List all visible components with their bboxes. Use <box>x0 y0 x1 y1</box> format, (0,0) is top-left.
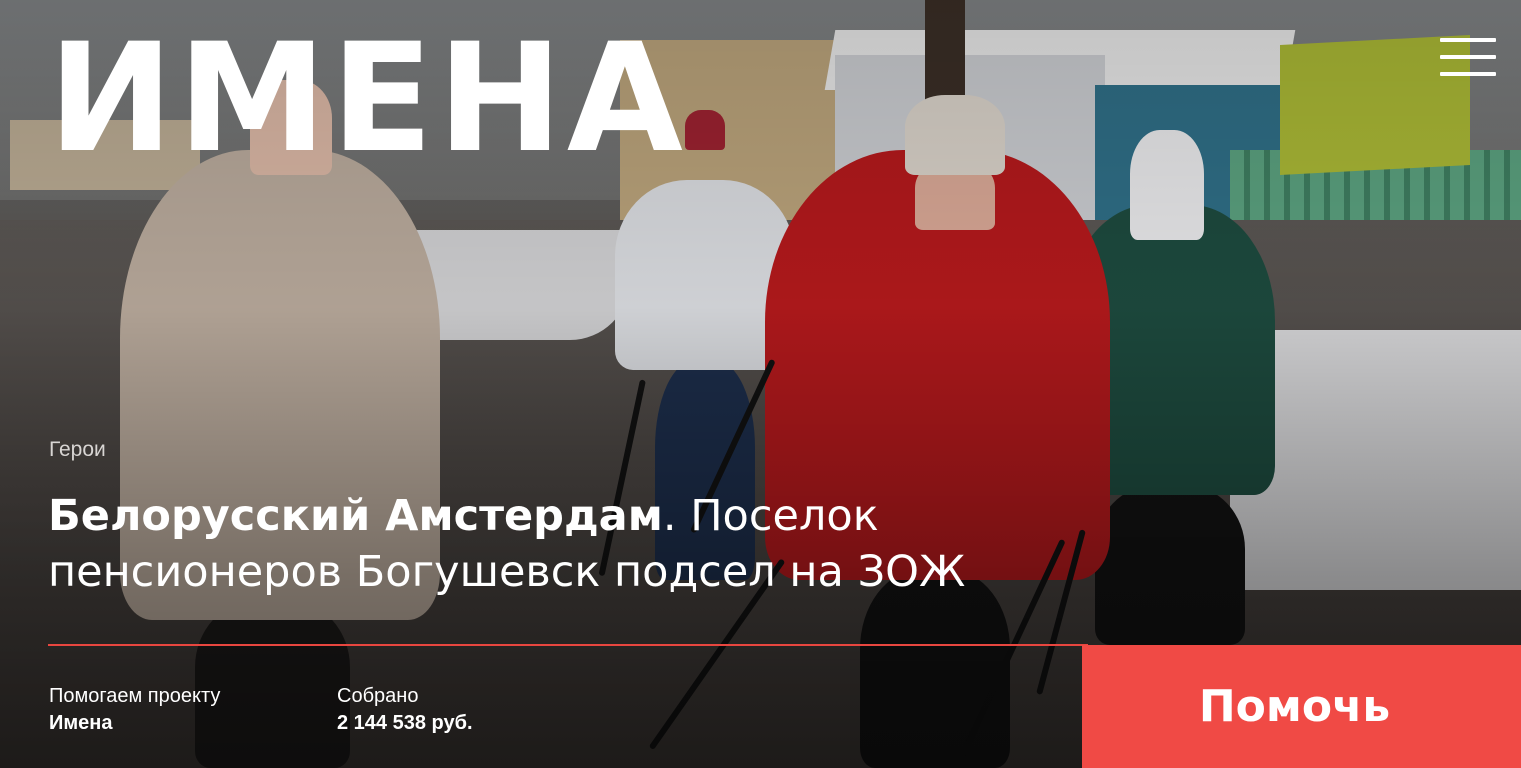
article-title-bold: Белорусский Амстердам <box>48 491 663 541</box>
project-info: Помогаем проекту Имена <box>49 683 220 737</box>
help-button[interactable]: Помочь <box>1082 645 1521 768</box>
article-category[interactable]: Герои <box>49 438 106 462</box>
article-title[interactable]: Белорусский Амстердам. Поселок пенсионер… <box>48 488 1068 600</box>
project-name: Имена <box>49 712 113 734</box>
project-label: Помогаем проекту <box>49 685 221 707</box>
raised-amount: 2 144 538 руб. <box>337 712 473 734</box>
divider-line <box>48 644 1088 646</box>
site-logo[interactable]: ИМЕНА <box>48 24 687 174</box>
hamburger-menu-icon[interactable] <box>1440 36 1498 80</box>
raised-label: Собрано <box>337 685 419 707</box>
raised-info: Собрано 2 144 538 руб. <box>337 683 473 737</box>
